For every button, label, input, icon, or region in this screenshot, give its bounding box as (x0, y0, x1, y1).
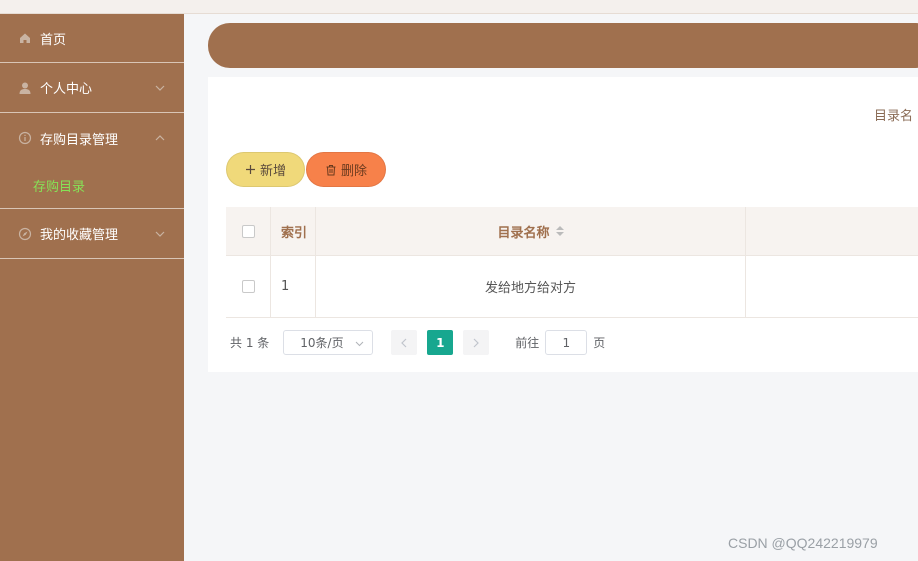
cell-catalog-name-value: 发给地方给对方 (484, 281, 576, 296)
goto-suffix: 页 (593, 336, 606, 350)
sidebar-item-label: 个人中心 (40, 82, 93, 97)
chevron-right-icon (473, 338, 480, 347)
trash-icon (326, 164, 336, 175)
catalog-table: 索引 目录名称 1 发给地方给对方 (226, 207, 918, 318)
pagination-total: 共 1 条 (230, 336, 270, 350)
sidebar-item-personal-center[interactable]: 个人中心 (0, 63, 184, 113)
header-checkbox-cell (226, 207, 271, 255)
user-icon (19, 82, 31, 94)
top-bar (0, 0, 918, 14)
column-header-extra (746, 207, 918, 255)
sidebar-item-favorites-management[interactable]: 我的收藏管理 (0, 209, 184, 259)
cell-catalog-name: 发给地方给对方 (316, 256, 746, 317)
sidebar-item-home[interactable]: 首页 (0, 14, 184, 63)
header-bar (208, 23, 918, 68)
search-label-catalog-name: 目录名 (874, 109, 914, 124)
current-page-number: 1 (436, 335, 445, 350)
sidebar-item-label: 首页 (40, 32, 67, 48)
chevron-down-icon (155, 85, 165, 91)
page-size-select[interactable]: 10条/页 (283, 330, 374, 355)
delete-button[interactable]: 删除 (306, 152, 386, 187)
page-button-current[interactable]: 1 (427, 330, 454, 355)
column-header-label: 索引 (281, 225, 308, 241)
table-row: 1 发给地方给对方 (226, 256, 918, 318)
goto-page-input[interactable]: 1 (545, 330, 588, 355)
cell-index: 1 (271, 256, 316, 317)
pagination: 共 1 条 10条/页 1 前往 1 页 (230, 330, 605, 355)
row-checkbox-cell (226, 256, 271, 317)
next-page-button[interactable] (463, 330, 490, 355)
delete-button-label: 删除 (340, 164, 367, 179)
column-header-label: 目录名称 (497, 225, 550, 241)
column-header-index: 索引 (271, 207, 316, 255)
add-button-label: 新增 (259, 164, 286, 179)
column-header-catalog-name[interactable]: 目录名称 (316, 207, 746, 255)
compass-icon (18, 227, 32, 240)
page-size-value: 10条/页 (300, 336, 344, 350)
info-icon (18, 131, 32, 145)
home-icon (20, 33, 30, 43)
chevron-down-icon (155, 231, 165, 237)
prev-page-button[interactable] (391, 330, 418, 355)
cell-index-value: 1 (281, 279, 290, 294)
sidebar: 首页 个人中心 存购目录管理 存购目录 我的收藏管理 (0, 14, 184, 561)
sort-icon[interactable] (555, 226, 564, 236)
chevron-up-icon (155, 135, 165, 141)
row-checkbox[interactable] (241, 280, 255, 293)
chevron-left-icon (401, 338, 407, 347)
goto-page: 前往 1 页 (515, 330, 605, 355)
table-header: 索引 目录名称 (226, 207, 918, 256)
sidebar-item-label: 我的收藏管理 (40, 228, 119, 243)
chevron-down-icon (355, 341, 364, 347)
select-all-checkbox[interactable] (241, 224, 255, 238)
sidebar-subitem-catalog[interactable]: 存购目录 (0, 163, 184, 209)
plus-icon (245, 165, 255, 174)
add-button[interactable]: 新增 (226, 152, 305, 187)
cell-extra (746, 256, 918, 317)
content-panel: 目录名 新增 删除 索引 目录名称 1 发给地方给对方 共 1 条 10条/页 … (208, 77, 918, 372)
sidebar-subitem-label: 存购目录 (33, 180, 86, 195)
watermark: CSDN @QQ242219979 (728, 535, 878, 551)
sidebar-item-label: 存购目录管理 (40, 132, 119, 148)
sidebar-item-catalog-management[interactable]: 存购目录管理 (0, 113, 184, 163)
goto-prefix: 前往 (515, 336, 540, 350)
